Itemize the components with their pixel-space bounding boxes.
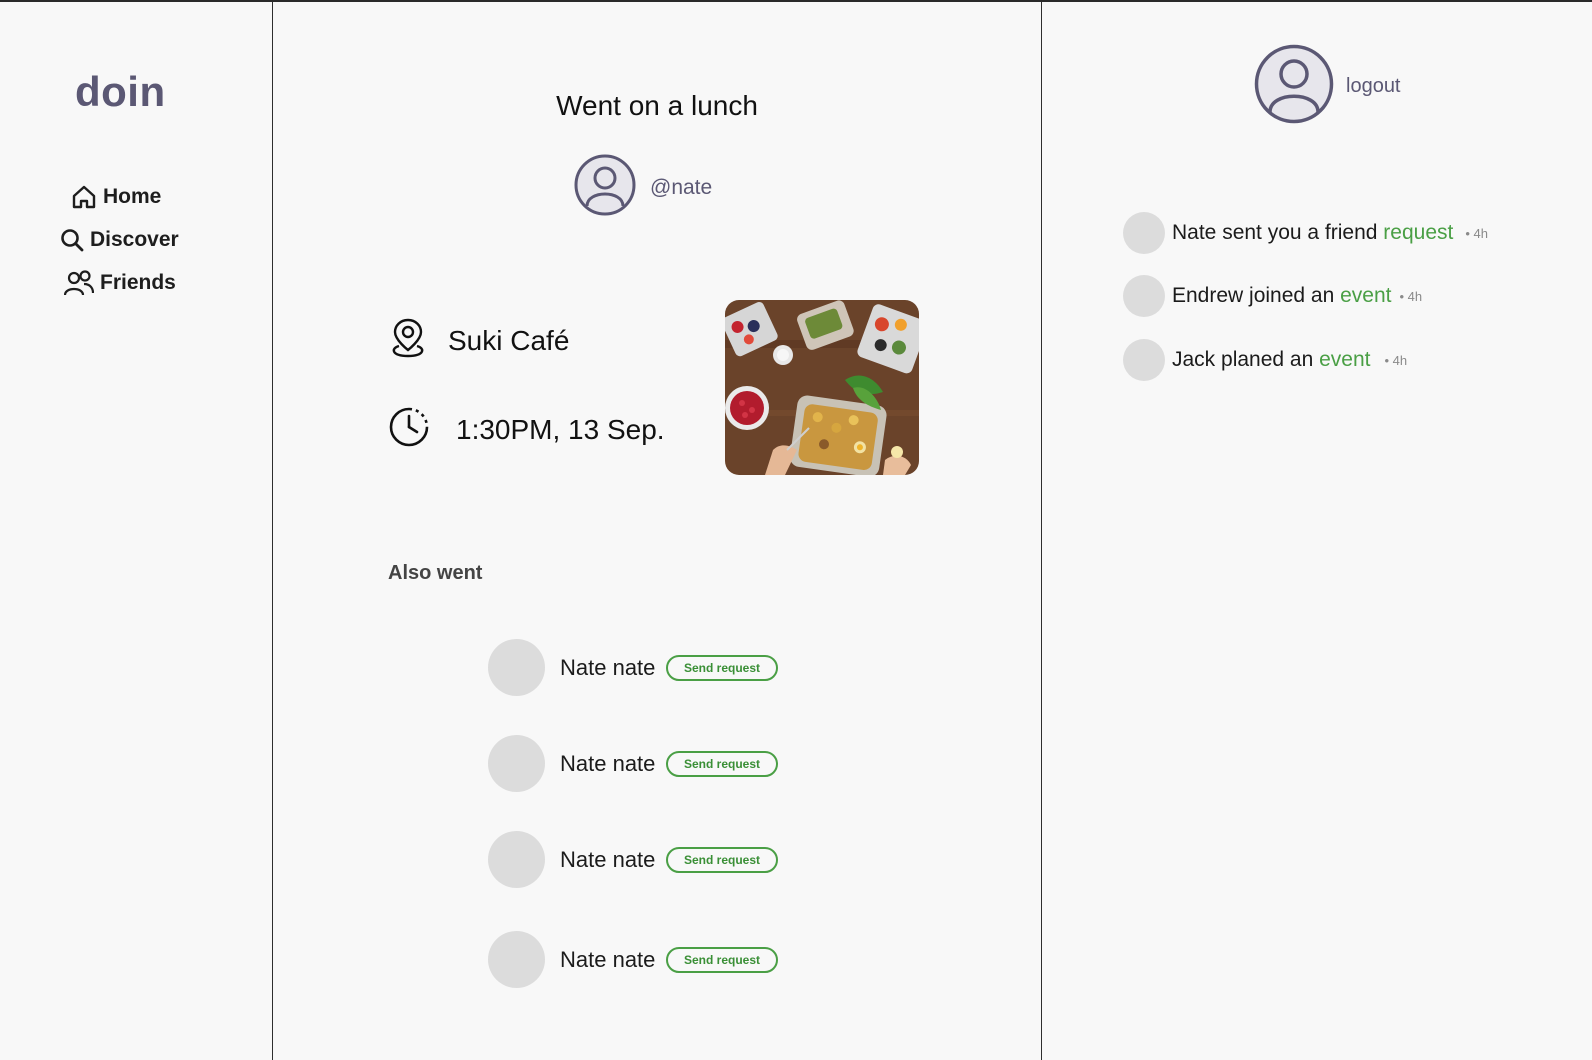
- notification-message: Jack planed an: [1172, 348, 1320, 371]
- send-request-button[interactable]: Send request: [666, 750, 778, 777]
- notification-item: Endrew joined an event • 4h: [1123, 275, 1422, 317]
- person-name[interactable]: Nate nate: [560, 751, 666, 777]
- notification-link[interactable]: request: [1383, 221, 1453, 244]
- activity-panel: logout Nate sent you a friend request • …: [1041, 2, 1592, 1060]
- clock-icon: [388, 406, 430, 453]
- list-item: Nate nate Send request: [488, 831, 778, 888]
- person-name[interactable]: Nate nate: [560, 947, 666, 973]
- food-photo[interactable]: [725, 300, 919, 475]
- avatar[interactable]: [1123, 339, 1165, 381]
- search-icon: [60, 228, 84, 252]
- notification-message: Nate sent you a friend: [1172, 221, 1384, 244]
- list-item: Nate nate Send request: [488, 639, 778, 696]
- notification-time: • 4h: [1399, 288, 1423, 304]
- send-request-button[interactable]: Send request: [666, 946, 778, 973]
- notification-time: • 4h: [1465, 225, 1488, 241]
- avatar: [574, 154, 636, 221]
- avatar[interactable]: [488, 639, 545, 696]
- section-heading: Also went: [388, 562, 483, 584]
- send-request-button[interactable]: Send request: [666, 846, 778, 873]
- friends-icon: [64, 270, 94, 296]
- author-handle[interactable]: @nate: [650, 176, 712, 200]
- nav-item-discover[interactable]: Discover: [60, 228, 179, 252]
- home-icon: [71, 184, 97, 210]
- page-title: Went on a lunch: [556, 90, 758, 121]
- list-item: Nate nate Send request: [488, 931, 778, 988]
- sidebar: doin Home Discover Friends: [0, 2, 272, 1060]
- notification-text: Nate sent you a friend request: [1172, 221, 1453, 245]
- nav-label: Friends: [100, 271, 176, 294]
- place-name: Suki Café: [448, 324, 570, 356]
- person-name[interactable]: Nate nate: [560, 847, 666, 873]
- location-row: Suki Café: [388, 316, 569, 365]
- logout-link[interactable]: logout: [1346, 75, 1401, 98]
- person-name[interactable]: Nate nate: [560, 655, 666, 681]
- avatar[interactable]: [1123, 275, 1165, 317]
- notification-text: Jack planed an event: [1172, 348, 1370, 372]
- nav-item-friends[interactable]: Friends: [64, 270, 176, 296]
- nav-item-home[interactable]: Home: [71, 184, 161, 210]
- avatar[interactable]: [488, 735, 545, 792]
- notification-link[interactable]: event: [1319, 348, 1370, 371]
- time-row: 1:30PM, 13 Sep.: [388, 406, 665, 453]
- avatar[interactable]: [1254, 44, 1334, 129]
- notification-item: Jack planed an event • 4h: [1123, 339, 1407, 381]
- notification-link[interactable]: event: [1340, 284, 1391, 307]
- notification-time: • 4h: [1384, 352, 1408, 368]
- nav-label: Discover: [90, 228, 179, 251]
- send-request-button[interactable]: Send request: [666, 654, 778, 681]
- user-profile: logout: [1254, 44, 1401, 129]
- notification-item: Nate sent you a friend request • 4h: [1123, 212, 1488, 254]
- avatar[interactable]: [1123, 212, 1165, 254]
- avatar[interactable]: [488, 931, 545, 988]
- event-time: 1:30PM, 13 Sep.: [456, 413, 665, 445]
- nav-label: Home: [103, 185, 162, 208]
- brand-logo[interactable]: doin: [75, 68, 166, 116]
- notification-text: Endrew joined an event: [1172, 284, 1392, 308]
- list-item: Nate nate Send request: [488, 735, 778, 792]
- post-detail: Went on a lunch @nate Suki Café 1:30PM, …: [272, 2, 1042, 1060]
- avatar[interactable]: [488, 831, 545, 888]
- location-pin-icon: [388, 316, 428, 365]
- post-author[interactable]: @nate: [574, 154, 712, 221]
- notification-message: Endrew joined an: [1172, 284, 1341, 307]
